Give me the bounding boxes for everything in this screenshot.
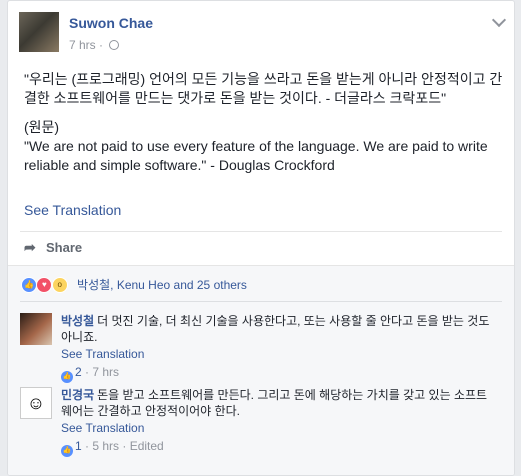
commenter-name[interactable]: 민경국 bbox=[61, 388, 94, 402]
comment-meta: 👍 2 · 7 hrs bbox=[61, 364, 491, 383]
original-label: (원문) bbox=[24, 119, 60, 135]
love-reaction-icon: ♥ bbox=[36, 276, 53, 293]
post-card: Suwon Chae 7 hrs · "우리는 (프로그래밍) 언어의 모든 기… bbox=[7, 0, 515, 476]
comment-text: 더 멋진 기술, 더 최신 기술을 사용한다고, 또는 사용할 줄 안다고 돈을… bbox=[61, 314, 490, 344]
share-arrow-icon: ➦ bbox=[24, 239, 36, 255]
wow-reaction-icon: o bbox=[51, 276, 68, 293]
author-avatar[interactable] bbox=[19, 12, 59, 52]
comment-meta: 👍 1 · 5 hrs · Edited bbox=[61, 438, 491, 457]
like-reaction-icon: 👍 bbox=[21, 276, 37, 293]
commenter-avatar[interactable] bbox=[20, 313, 52, 345]
like-count[interactable]: 2 bbox=[75, 365, 82, 379]
see-translation-link[interactable]: See Translation bbox=[61, 346, 491, 362]
share-label: Share bbox=[46, 240, 83, 255]
comment-body: 민경국 돈을 받고 소프트웨어를 만든다. 그리고 돈에 해당하는 가치를 갖고 … bbox=[61, 387, 491, 457]
see-translation-link[interactable]: See Translation bbox=[24, 202, 121, 218]
comment-body: 박성철 더 멋진 기술, 더 최신 기술을 사용한다고, 또는 사용할 줄 안다고… bbox=[61, 313, 491, 383]
like-icon: 👍 bbox=[61, 445, 73, 457]
reactions-summary[interactable]: 👍 ♥ o 박성철, Kenu Heo and 25 others bbox=[21, 276, 247, 294]
post-paragraph-korean: "우리는 (프로그래밍) 언어의 모든 기능을 쓰라고 돈을 받는게 아니라 안… bbox=[24, 71, 503, 106]
chevron-down-icon[interactable] bbox=[491, 12, 507, 28]
post-meta: 7 hrs · bbox=[69, 38, 120, 52]
reactions-text[interactable]: 박성철, Kenu Heo and 25 others bbox=[77, 278, 247, 292]
like-count[interactable]: 1 bbox=[75, 439, 82, 453]
see-translation-link[interactable]: See Translation bbox=[61, 420, 491, 436]
comment-time: · 7 hrs bbox=[85, 365, 120, 379]
divider bbox=[20, 231, 502, 232]
meta-dot: · bbox=[99, 38, 104, 52]
like-icon: 👍 bbox=[61, 371, 73, 383]
commenter-avatar[interactable]: ☺ bbox=[20, 387, 52, 419]
post-paragraph-english: "We are not paid to use every feature of… bbox=[24, 138, 488, 173]
comment-text: 돈을 받고 소프트웨어를 만든다. 그리고 돈에 해당하는 가치를 갖고 있는 … bbox=[61, 388, 488, 418]
post-footer: 👍 ♥ o 박성철, Kenu Heo and 25 others 박성철 더 멋… bbox=[8, 265, 514, 475]
post-time[interactable]: 7 hrs bbox=[69, 38, 96, 52]
comment-time: · 5 hrs · Edited bbox=[85, 439, 164, 453]
globe-icon[interactable] bbox=[109, 40, 120, 50]
post-body: "우리는 (프로그래밍) 언어의 모든 기능을 쓰라고 돈을 받는게 아니라 안… bbox=[24, 70, 504, 175]
author-name[interactable]: Suwon Chae bbox=[69, 15, 153, 31]
divider bbox=[20, 301, 502, 302]
commenter-name[interactable]: 박성철 bbox=[61, 314, 94, 328]
share-button[interactable]: ➦ Share bbox=[24, 239, 82, 256]
